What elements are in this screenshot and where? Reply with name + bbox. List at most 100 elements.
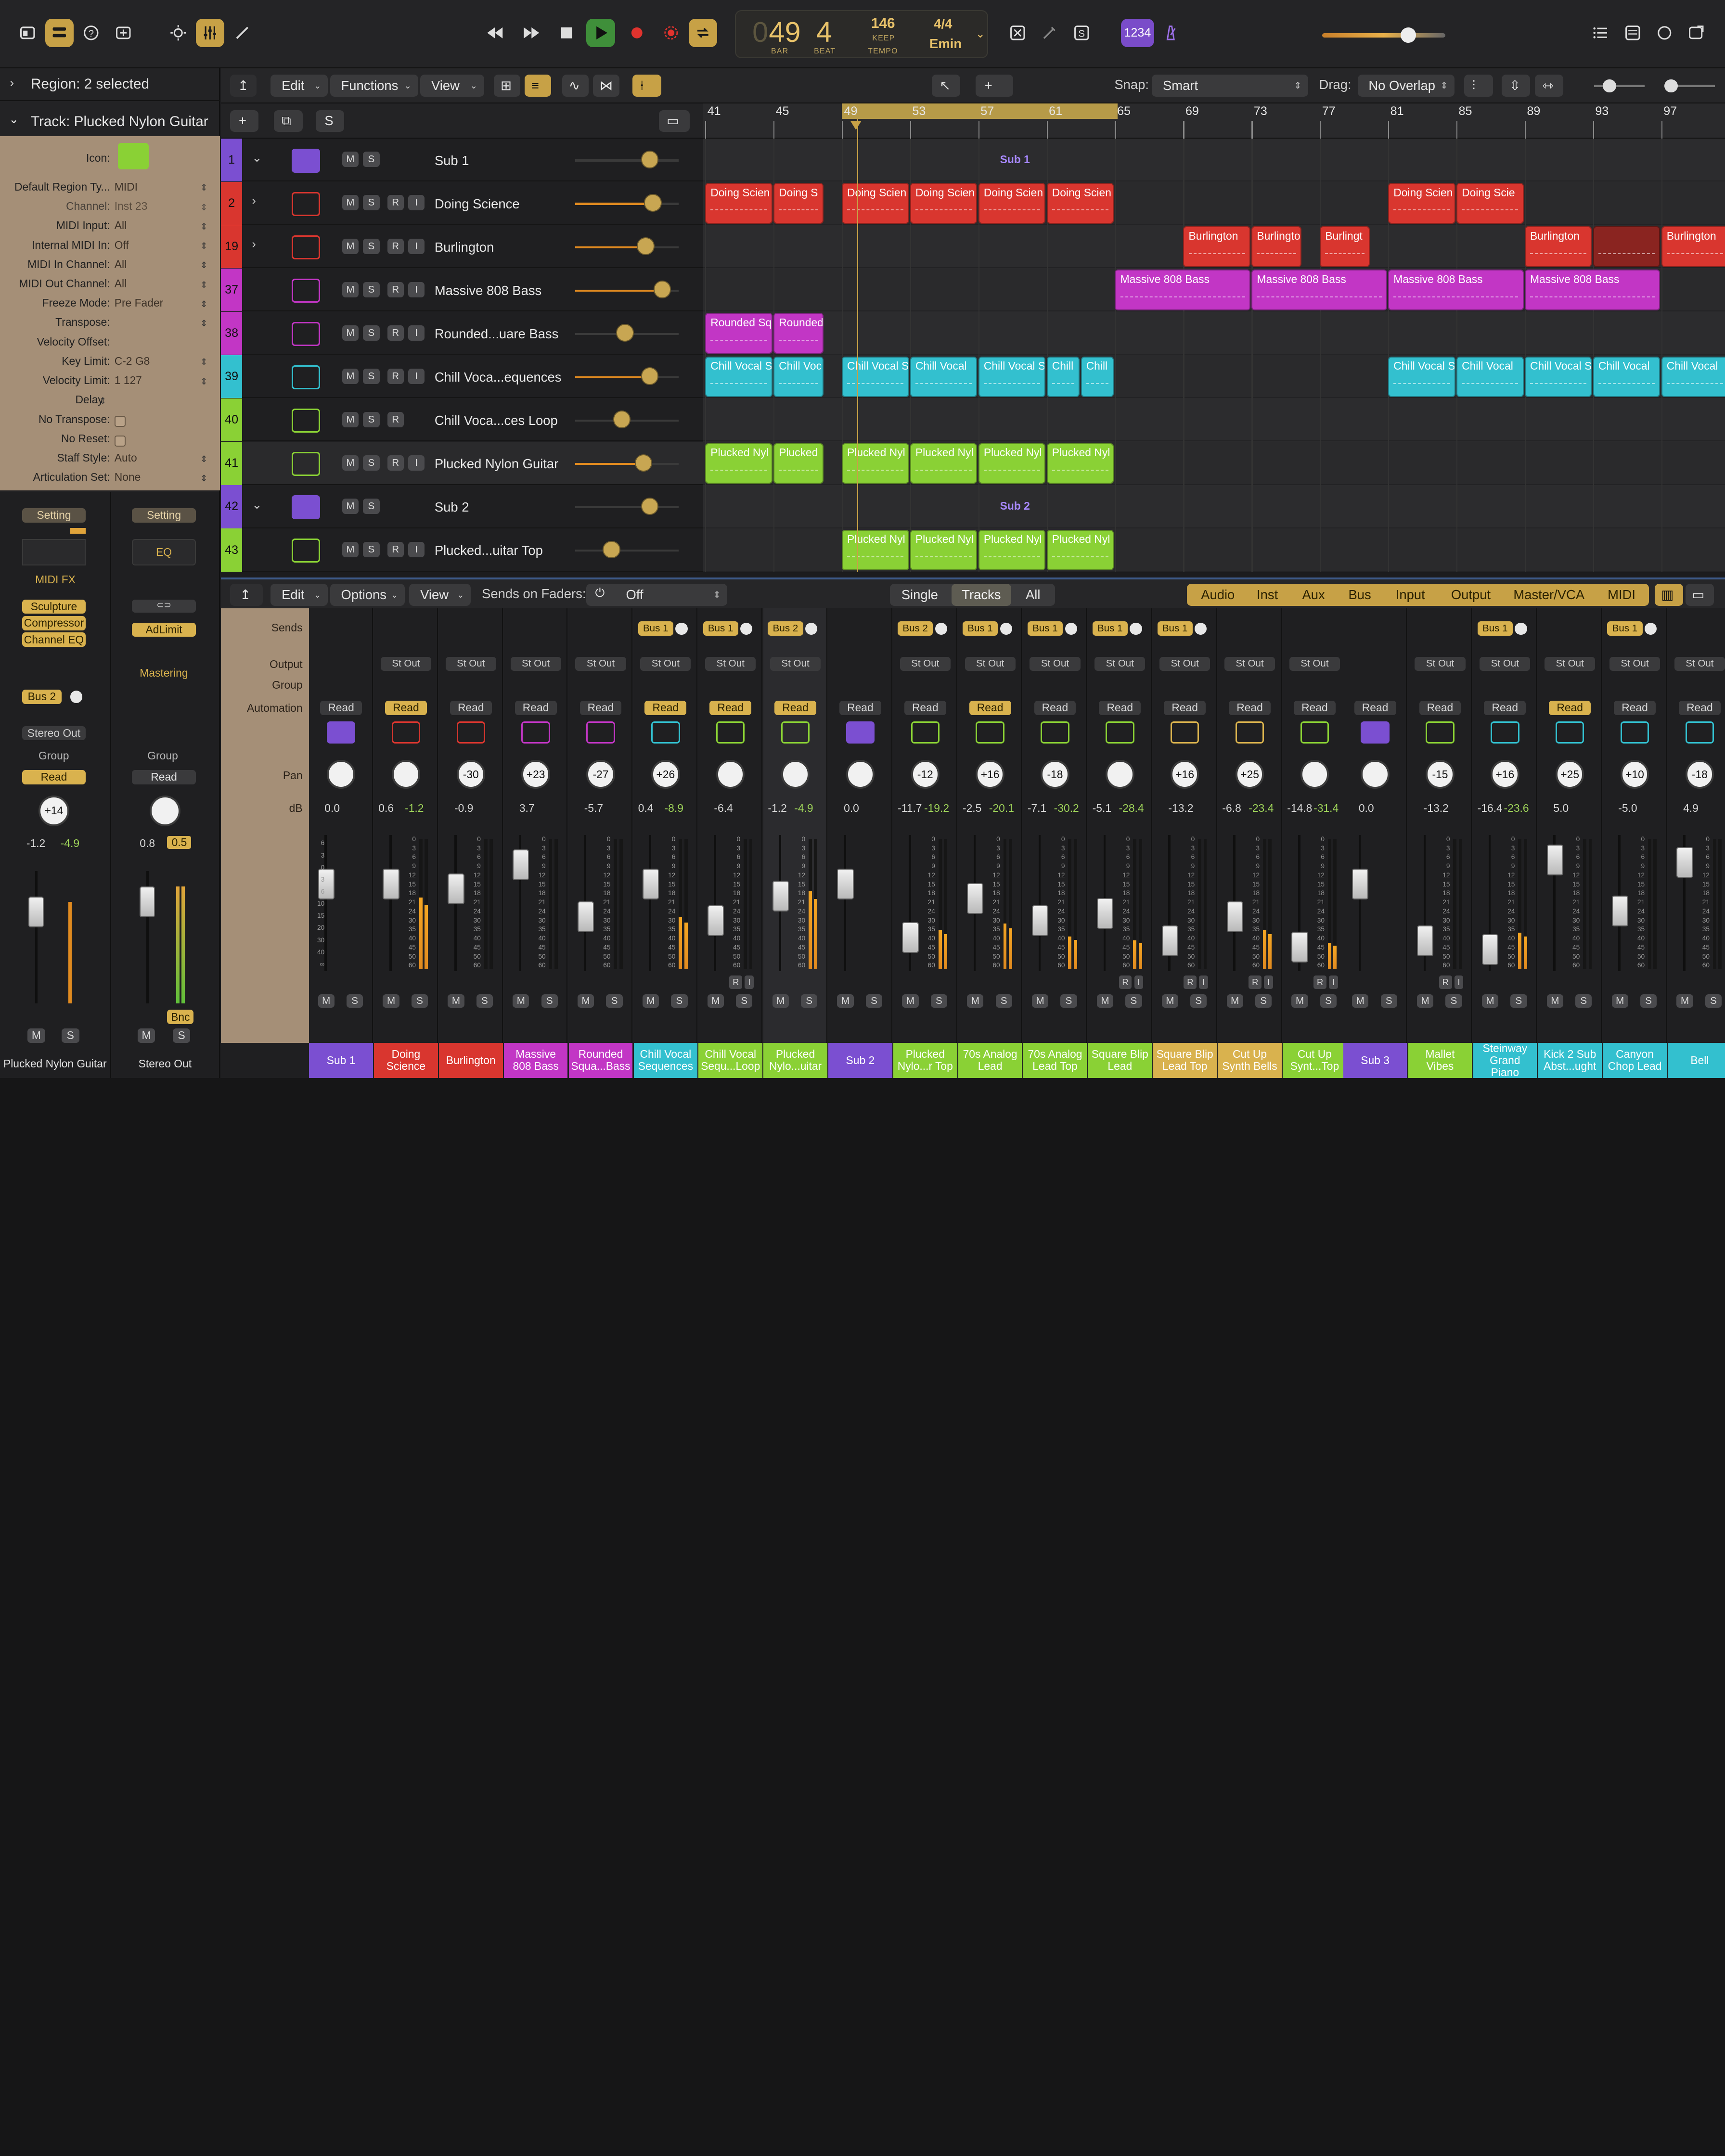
snap-select[interactable]: Smart ⇕ [1152, 75, 1308, 97]
region[interactable]: Chill Vocal S [978, 356, 1046, 398]
channel-name[interactable]: Chill Vocal Sequences [633, 1042, 698, 1078]
stop-icon[interactable] [552, 19, 580, 47]
strip-mute-button[interactable]: M [707, 994, 724, 1008]
channel-name[interactable]: Massive 808 Bass [503, 1042, 568, 1078]
region[interactable]: Plucked Nyl [910, 443, 978, 484]
flex-icon[interactable]: ⋈ [592, 75, 619, 97]
channel-name[interactable]: Bell [1668, 1042, 1725, 1078]
output-button[interactable]: St Out [1094, 656, 1146, 671]
track-solo-button[interactable]: S [363, 325, 380, 341]
plugin-slot[interactable]: Channel EQ [22, 632, 86, 647]
region[interactable]: Plucked Nyl [841, 443, 909, 484]
narrow-strips-icon[interactable]: ▥ [1654, 584, 1684, 606]
record-icon[interactable] [623, 19, 651, 47]
send-bus-button[interactable]: Bus 1 [703, 621, 738, 636]
plugin-slot[interactable]: Compressor [22, 616, 86, 630]
output-button[interactable]: St Out [640, 656, 691, 671]
track-name[interactable]: Plucked...uitar Top [435, 543, 543, 558]
all-view-button[interactable]: All [1013, 584, 1053, 606]
toolbar-icon[interactable] [109, 19, 137, 47]
send-bus-button[interactable]: Bus 1 [1477, 621, 1513, 636]
fader-cap[interactable] [1676, 847, 1693, 878]
automation-button[interactable]: Read [644, 700, 687, 715]
strip-mute-button[interactable]: M [448, 994, 464, 1008]
output-button[interactable]: St Out [1159, 656, 1210, 671]
param-row[interactable]: Velocity Limit: 1 127 ⇕ [0, 374, 220, 393]
track-lane[interactable] [703, 485, 1725, 528]
param-row[interactable]: Key Limit: C-2 G8 ⇕ [0, 355, 220, 373]
fader-cap[interactable] [1352, 869, 1369, 900]
region[interactable]: Chill Vocal [1661, 356, 1725, 398]
param-row[interactable]: MIDI Input: All ⇕ [0, 219, 220, 238]
strip-mute-button[interactable]: M [383, 994, 399, 1008]
pan-knob[interactable] [326, 760, 356, 789]
strip-mute-button[interactable]: M [642, 994, 659, 1008]
fader-cap[interactable] [707, 905, 724, 936]
track-name[interactable]: Burlington [435, 240, 494, 255]
strip-record-button[interactable]: R [1313, 975, 1326, 989]
strip-mute-button[interactable]: M [1291, 994, 1308, 1008]
pan-knob[interactable]: +25 [1235, 760, 1264, 789]
channel-name[interactable]: Burlington [438, 1042, 503, 1078]
count-in-button[interactable]: 1234 [1121, 18, 1154, 48]
strip-mute-button[interactable]: M [1161, 994, 1178, 1008]
track-name[interactable]: Sub 1 [435, 153, 469, 168]
region[interactable]: Doing Scien [978, 183, 1046, 224]
channel-name[interactable]: Cut Up Synt...Top [1283, 1042, 1347, 1078]
channel-name[interactable]: Square Blip Lead Top [1153, 1042, 1217, 1078]
track-solo-button[interactable]: S [363, 455, 380, 471]
region[interactable]: Plucked Nyl [1046, 443, 1114, 484]
send-bus-button[interactable]: Bus 1 [1027, 621, 1063, 636]
track-solo-button[interactable]: S [363, 195, 380, 211]
quick-help-icon[interactable]: ? [77, 19, 105, 47]
track-volume-knob[interactable] [616, 324, 634, 342]
plugin-slot[interactable]: AdLimit [132, 622, 196, 637]
channel-name[interactable]: 70s Analog Lead [958, 1042, 1022, 1078]
automation-button[interactable]: Read [132, 770, 196, 784]
master-volume-knob[interactable] [1400, 27, 1416, 43]
tuner-icon[interactable] [1035, 19, 1064, 47]
catch-playhead-icon[interactable]: ⍿ [632, 75, 661, 97]
output-button[interactable]: St Out [1415, 656, 1466, 671]
region[interactable]: Plucked Nyl [1046, 529, 1114, 571]
track-header[interactable]: 2 › M S R I Doing Science [221, 182, 703, 225]
catch-icon[interactable]: ↥ [230, 75, 257, 97]
strip-solo-button[interactable]: S [995, 994, 1012, 1008]
strip-record-button[interactable]: R [729, 975, 743, 989]
fader-cap[interactable] [28, 896, 44, 927]
duplicate-track-icon[interactable]: ⧉ [274, 110, 303, 132]
send-bus-button[interactable]: Bus 1 [1092, 621, 1128, 636]
region[interactable]: Chill Vocal [1593, 356, 1661, 398]
strip-mute-button[interactable]: M [837, 994, 854, 1008]
lcd-chevron-icon[interactable]: ⌄ [976, 27, 985, 40]
send-level-knob[interactable] [70, 691, 83, 703]
track-solo-button[interactable]: S [363, 368, 380, 384]
output-button[interactable]: St Out [1224, 656, 1275, 671]
track-header[interactable]: 40 M S R Chill Voca...ces Loop [221, 398, 703, 442]
region[interactable]: Plucked Nyl [841, 529, 909, 571]
track-mute-button[interactable]: M [342, 411, 359, 427]
track-header[interactable]: 37 M S R I Massive 808 Bass [221, 269, 703, 312]
region[interactable]: Burlington [1183, 226, 1250, 267]
automation-button[interactable]: Read [450, 700, 492, 715]
region[interactable]: Chill Vocal S [1388, 356, 1455, 398]
region[interactable]: Chill Voc [773, 356, 824, 398]
track-volume-knob[interactable] [641, 497, 659, 515]
automation-button[interactable]: Read [22, 770, 86, 784]
send-level-knob[interactable] [935, 622, 947, 635]
track-solo-button[interactable]: S [363, 152, 380, 167]
rewind-icon[interactable] [481, 19, 509, 47]
track-input-monitor-button[interactable]: I [408, 368, 425, 384]
strip-mute-button[interactable]: M [1416, 994, 1434, 1008]
track-volume-knob[interactable] [653, 281, 671, 298]
track-volume-slider[interactable] [575, 159, 679, 162]
strip-mute-button[interactable]: M [1481, 994, 1499, 1008]
region[interactable]: Doing Scien [841, 183, 909, 224]
channel-name[interactable]: Sub 1 [309, 1042, 373, 1078]
param-row[interactable]: No Transpose: [0, 413, 220, 432]
channel-name[interactable]: Cut Up Synth Bells [1218, 1042, 1282, 1078]
track-volume-knob[interactable] [641, 151, 659, 168]
strip-name[interactable]: Stereo Out [112, 1057, 218, 1070]
strip-input-button[interactable]: I [745, 975, 754, 989]
strip-input-button[interactable]: I [1134, 975, 1144, 989]
